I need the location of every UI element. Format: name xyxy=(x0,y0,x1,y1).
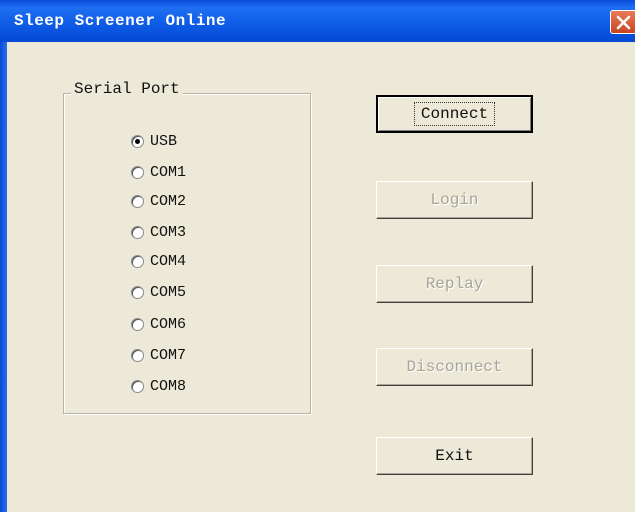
radio-label: COM7 xyxy=(150,346,187,364)
radio-label: COM3 xyxy=(150,223,187,241)
radio-com2[interactable]: COM2 xyxy=(131,190,186,212)
disconnect-button-label: Disconnect xyxy=(406,358,503,376)
replay-button-label: Replay xyxy=(425,275,484,293)
login-button-label: Login xyxy=(430,191,479,209)
radio-label: COM8 xyxy=(150,377,187,395)
radio-com6[interactable]: COM6 xyxy=(131,313,186,335)
exit-button[interactable]: Exit xyxy=(376,437,533,475)
radio-com4[interactable]: COM4 xyxy=(131,250,186,272)
serial-port-legend: Serial Port xyxy=(71,80,183,98)
radio-usb[interactable]: USB xyxy=(131,130,177,152)
connect-button[interactable]: Connect xyxy=(376,95,533,133)
radio-indicator[interactable] xyxy=(131,225,144,239)
radio-indicator[interactable] xyxy=(131,379,144,393)
radio-com3[interactable]: COM3 xyxy=(131,221,186,243)
radio-indicator[interactable] xyxy=(131,194,144,208)
exit-button-label: Exit xyxy=(435,447,474,465)
replay-button[interactable]: Replay xyxy=(376,265,533,303)
close-button[interactable] xyxy=(610,10,635,34)
close-icon xyxy=(616,15,631,30)
window-title: Sleep Screener Online xyxy=(14,12,227,30)
title-bar[interactable]: Sleep Screener Online xyxy=(0,0,635,42)
radio-label: COM4 xyxy=(150,252,187,270)
radio-label: USB xyxy=(150,132,178,150)
window-frame-left xyxy=(0,42,7,512)
radio-com5[interactable]: COM5 xyxy=(131,281,186,303)
radio-indicator[interactable] xyxy=(131,285,144,299)
serial-port-groupbox xyxy=(63,93,311,414)
radio-com8[interactable]: COM8 xyxy=(131,375,186,397)
radio-indicator[interactable] xyxy=(131,317,144,331)
login-button[interactable]: Login xyxy=(376,181,533,219)
radio-com1[interactable]: COM1 xyxy=(131,161,186,183)
radio-indicator[interactable] xyxy=(131,165,144,179)
radio-indicator[interactable] xyxy=(131,348,144,362)
radio-label: COM6 xyxy=(150,315,187,333)
radio-label: COM1 xyxy=(150,163,187,181)
connect-button-label: Connect xyxy=(413,102,496,126)
radio-label: COM5 xyxy=(150,283,187,301)
disconnect-button[interactable]: Disconnect xyxy=(376,348,533,386)
radio-com7[interactable]: COM7 xyxy=(131,344,186,366)
radio-indicator[interactable] xyxy=(131,254,144,268)
radio-label: COM2 xyxy=(150,192,187,210)
radio-indicator-checked[interactable] xyxy=(131,134,144,148)
